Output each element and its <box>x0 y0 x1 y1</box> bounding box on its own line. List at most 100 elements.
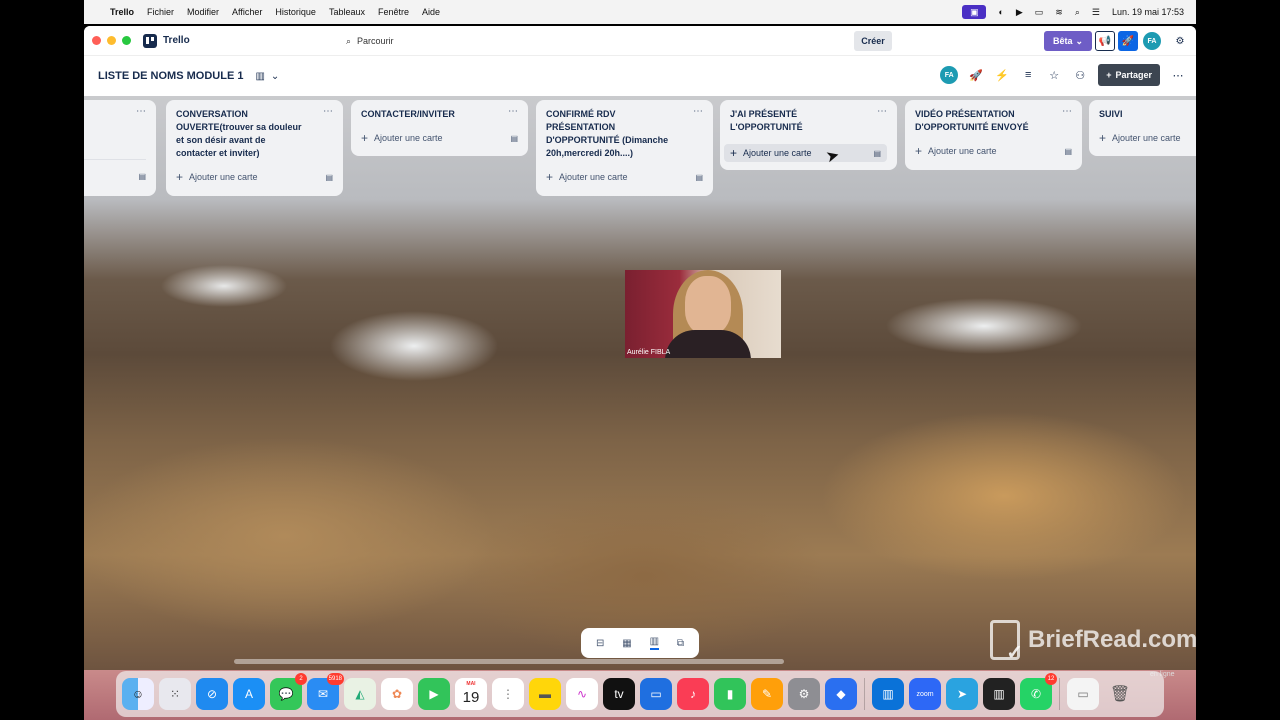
app-store-icon[interactable]: A <box>233 678 265 710</box>
control-center-icon[interactable]: ☰ <box>1092 7 1100 18</box>
planner-view-icon[interactable]: ▦ <box>622 638 631 649</box>
add-card-button[interactable]: ▤ <box>84 172 146 181</box>
add-card-button[interactable]: + Ajouter une carte ▤ <box>546 170 703 184</box>
switch-board-icon[interactable]: ⧉ <box>677 638 684 649</box>
gear-icon[interactable]: ⚙ <box>1170 31 1190 51</box>
app-top-bar: Trello ⌕ Parcourir Créer Bêta ⌄ 📢 🚀 FA ⚙ <box>84 26 1196 56</box>
close-window-button[interactable] <box>92 36 101 45</box>
horizontal-scrollbar[interactable] <box>234 659 784 664</box>
messages-icon[interactable]: 💬 2 <box>270 673 307 710</box>
menu-clock[interactable]: Lun. 19 mai 17:53 <box>1112 7 1184 17</box>
list-title[interactable]: CONFIRMÉ RDV PRÉSENTATION D'OPPORTUNITÉ … <box>546 108 672 160</box>
list-menu-icon[interactable]: ⋯ <box>877 106 887 117</box>
keynote-icon[interactable]: ▭ <box>640 678 672 710</box>
numbers-icon[interactable]: ▮ <box>714 678 746 710</box>
calendar-icon[interactable]: MAI 19 <box>455 678 487 710</box>
card-template-icon[interactable]: ▤ <box>325 173 333 182</box>
trello-icon[interactable]: ▥ <box>872 678 904 710</box>
plus-icon: + <box>915 144 923 158</box>
list-menu-icon[interactable]: ⋯ <box>136 106 146 117</box>
add-card-button[interactable]: + Ajouter une carte ▤ <box>176 170 333 184</box>
list-title[interactable]: VIDÉO PRÉSENTATION D'OPPORTUNITÉ ENVOYÉ <box>915 108 1041 134</box>
zoom-window-button[interactable] <box>122 36 131 45</box>
list-title[interactable]: CONTACTER/INVITER <box>361 108 487 121</box>
notes-icon[interactable]: ▬ <box>529 678 561 710</box>
wifi-icon[interactable]: ≋ <box>1055 7 1063 18</box>
finder-icon[interactable]: ☺ <box>122 678 154 710</box>
battery-icon[interactable]: ▭ <box>1035 7 1044 18</box>
visibility-icon[interactable]: ⚇ <box>1072 69 1088 82</box>
piano-icon[interactable]: ▥ <box>983 678 1015 710</box>
list-menu-icon[interactable]: ⋯ <box>323 106 333 117</box>
board-title[interactable]: LISTE DE NOMS MODULE 1 <box>98 70 243 82</box>
list-title[interactable]: J'AI PRÉSENTÉ L'OPPORTUNITÉ <box>730 108 856 134</box>
inbox-view-icon[interactable]: ⊟ <box>596 638 604 649</box>
plus-icon: + <box>361 131 369 145</box>
account-avatar[interactable]: FA <box>1142 31 1162 51</box>
menu-modifier[interactable]: Modifier <box>187 7 219 17</box>
add-card-button[interactable]: + Ajouter une carte ▤ <box>915 144 1072 158</box>
list-menu-icon[interactable]: ⋯ <box>693 106 703 117</box>
filter-icon[interactable]: ≡ <box>1020 69 1036 81</box>
apple-tv-icon[interactable]: tv <box>603 678 635 710</box>
card-template-icon[interactable]: ▤ <box>1064 147 1072 156</box>
automation-icon[interactable]: ⚡ <box>994 69 1010 82</box>
system-settings-icon[interactable]: ⚙ <box>788 678 820 710</box>
menu-fichier[interactable]: Fichier <box>147 7 174 17</box>
list-menu-icon[interactable]: ⋯ <box>1062 106 1072 117</box>
add-card-button[interactable]: + Ajouter une carte <box>1099 131 1196 145</box>
add-card-button[interactable]: + Ajouter une carte ▤ <box>361 131 518 145</box>
zoom-icon[interactable]: zoom <box>909 678 941 710</box>
board-view-icon[interactable]: ▥ <box>649 636 660 650</box>
menu-historique[interactable]: Historique <box>275 7 316 17</box>
create-button[interactable]: Créer <box>854 31 892 51</box>
list-title[interactable]: CONVERSATION OUVERTE(trouver sa douleur … <box>176 108 302 160</box>
freeform-icon[interactable]: ∿ <box>566 678 598 710</box>
board-member-avatar[interactable]: FA <box>940 66 959 84</box>
downloads-folder-icon[interactable]: ▭ <box>1067 678 1099 710</box>
chevron-down-icon: ⌄ <box>270 70 280 82</box>
facetime-icon[interactable]: ▶ <box>418 678 450 710</box>
share-button[interactable]: + Partager <box>1098 64 1160 86</box>
minimize-window-button[interactable] <box>107 36 116 45</box>
power-ups-icon[interactable]: 🚀 <box>968 69 984 82</box>
telegram-icon[interactable]: ➤ <box>946 678 978 710</box>
beta-button[interactable]: Bêta ⌄ <box>1044 31 1092 51</box>
screen-recorder-icon[interactable]: ▣ <box>962 5 987 19</box>
reminders-icon[interactable]: ⋮ <box>492 678 524 710</box>
more-options-icon[interactable]: ⋯ <box>1170 69 1186 82</box>
menu-afficher[interactable]: Afficher <box>232 7 262 17</box>
roblox-icon[interactable]: ◆ <box>825 678 857 710</box>
announcement-icon[interactable]: 📢 <box>1095 31 1115 51</box>
star-icon[interactable]: ☆ <box>1046 69 1062 82</box>
trello-logo[interactable]: Trello <box>143 33 190 48</box>
user-switch-icon[interactable]: ◐ <box>998 7 1003 17</box>
safari-icon[interactable]: ⊘ <box>196 678 228 710</box>
pages-icon[interactable]: ✎ <box>751 678 783 710</box>
whatsapp-icon[interactable]: ✆ 12 <box>1020 673 1057 710</box>
list-column: CONVERSATION OUVERTE(trouver sa douleur … <box>166 100 343 196</box>
card-template-icon[interactable]: ▤ <box>138 172 146 181</box>
launchpad-icon[interactable]: ⁙ <box>159 678 191 710</box>
add-card-button[interactable]: + Ajouter une carte ▤ <box>724 144 887 162</box>
board-view-switch[interactable]: ▥ ⌄ <box>255 71 279 82</box>
trash-icon[interactable]: 🗑 <box>1104 678 1136 710</box>
list-title[interactable]: SUIVI <box>1099 108 1179 121</box>
music-icon[interactable]: ♪ <box>677 678 709 710</box>
card-template-icon[interactable]: ▤ <box>510 134 518 143</box>
maps-icon[interactable]: ◭ <box>344 678 376 710</box>
mail-icon[interactable]: ✉ 5918 <box>307 673 344 710</box>
menu-tableaux[interactable]: Tableaux <box>329 7 365 17</box>
list-column: SUIVI + Ajouter une carte <box>1089 100 1196 156</box>
menu-app-name[interactable]: Trello <box>110 7 134 17</box>
menu-aide[interactable]: Aide <box>422 7 440 17</box>
menu-fenetre[interactable]: Fenêtre <box>378 7 409 17</box>
card-template-icon[interactable]: ▤ <box>873 149 881 158</box>
search-icon[interactable]: ⌕ <box>1075 7 1080 18</box>
photos-icon[interactable]: ✿ <box>381 678 413 710</box>
notifications-icon[interactable]: 🚀 <box>1118 31 1138 51</box>
list-menu-icon[interactable]: ⋯ <box>508 106 518 117</box>
card-template-icon[interactable]: ▤ <box>695 173 703 182</box>
play-icon[interactable]: ▶ <box>1016 7 1023 18</box>
search-input[interactable]: ⌕ Parcourir <box>338 30 848 52</box>
